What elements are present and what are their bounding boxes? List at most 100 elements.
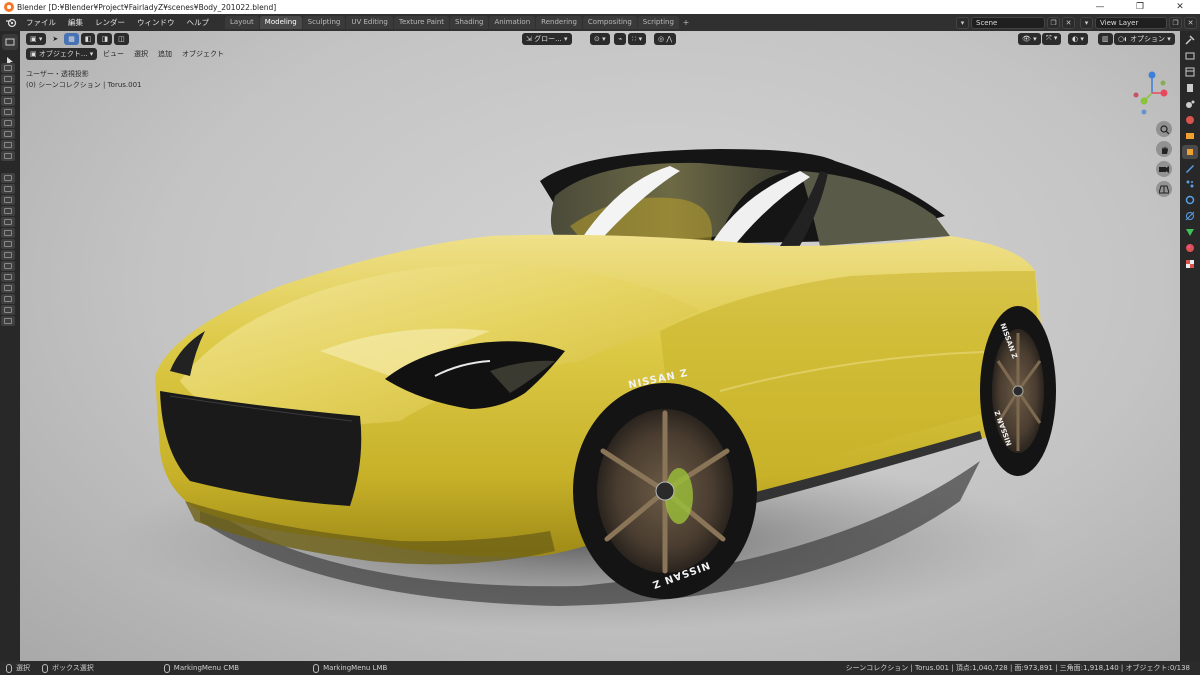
object-properties-icon[interactable] bbox=[1182, 145, 1198, 159]
menu-edit[interactable]: 編集 bbox=[62, 17, 89, 28]
output-properties-icon[interactable] bbox=[1182, 65, 1198, 79]
camera-toggle-icon[interactable] bbox=[1, 118, 15, 128]
menu-window[interactable]: ウィンドウ bbox=[131, 17, 181, 28]
camera-toggle-icon[interactable] bbox=[1, 272, 15, 282]
camera-toggle-icon[interactable] bbox=[1, 294, 15, 304]
camera-toggle-icon[interactable] bbox=[1, 173, 15, 183]
tab-animation[interactable]: Animation bbox=[489, 16, 536, 29]
tab-scripting[interactable]: Scripting bbox=[637, 16, 679, 29]
pivot-point-icon[interactable]: ⊙ ▾ bbox=[590, 32, 610, 45]
new-scene-icon[interactable]: ❐ bbox=[1047, 16, 1060, 29]
camera-toggle-icon[interactable] bbox=[1, 63, 15, 73]
scene-name-field[interactable]: Scene bbox=[971, 16, 1045, 29]
select-extend-icon[interactable]: ◧ bbox=[80, 32, 96, 45]
maximize-button[interactable]: ❐ bbox=[1120, 0, 1160, 14]
viewport-editor-type-icon[interactable]: ▣ ▾ bbox=[26, 32, 47, 45]
tool-settings-icon[interactable] bbox=[1182, 33, 1198, 47]
material-properties-icon[interactable] bbox=[1182, 241, 1198, 255]
scene-properties-icon[interactable] bbox=[1182, 97, 1198, 111]
menu-add[interactable]: 追加 bbox=[153, 49, 177, 59]
camera-toggle-icon[interactable] bbox=[1, 151, 15, 161]
camera-toggle-icon[interactable] bbox=[1, 228, 15, 238]
object-mode-dropdown[interactable]: ▣ オブジェクト... ▾ bbox=[26, 48, 98, 60]
particles-properties-icon[interactable] bbox=[1182, 177, 1198, 191]
snap-target-icon[interactable]: ∷ ▾ bbox=[628, 32, 647, 45]
camera-toggle-icon[interactable] bbox=[1, 206, 15, 216]
status-marking-lmb-label: MarkingMenu LMB bbox=[323, 664, 388, 672]
camera-toggle-icon[interactable] bbox=[1, 250, 15, 260]
world-properties-icon[interactable] bbox=[1182, 113, 1198, 127]
scene-icon[interactable]: ▾ bbox=[956, 16, 969, 29]
blender-menu-icon[interactable] bbox=[4, 17, 18, 29]
scene-selector: ▾ Scene ❐ ✕ bbox=[954, 16, 1075, 29]
minimize-button[interactable]: — bbox=[1080, 0, 1120, 14]
camera-toggle-icon[interactable] bbox=[1, 217, 15, 227]
new-view-layer-icon[interactable]: ❐ bbox=[1169, 16, 1182, 29]
tab-shading[interactable]: Shading bbox=[450, 16, 489, 29]
viewport-menus: ビュー 選択 追加 オブジェクト bbox=[98, 48, 229, 60]
modifier-properties-icon[interactable] bbox=[1182, 161, 1198, 175]
camera-toggle-icon[interactable] bbox=[1, 184, 15, 194]
camera-view-icon[interactable] bbox=[1156, 161, 1172, 177]
camera-toggle-icon[interactable] bbox=[1, 129, 15, 139]
pan-hand-icon[interactable] bbox=[1156, 141, 1172, 157]
camera-toggle-icon[interactable] bbox=[1, 195, 15, 205]
view-layer-properties-icon[interactable] bbox=[1182, 81, 1198, 95]
tab-rendering[interactable]: Rendering bbox=[536, 16, 582, 29]
camera-toggle-icon[interactable] bbox=[1, 316, 15, 326]
menu-select[interactable]: 選択 bbox=[129, 49, 153, 59]
select-subtract-icon[interactable]: ◨ bbox=[97, 32, 113, 45]
camera-toggle-icon[interactable] bbox=[1, 74, 15, 84]
camera-toggle-icon[interactable] bbox=[1, 85, 15, 95]
select-invert-icon[interactable]: ◫ bbox=[114, 32, 129, 45]
navigation-gizmo[interactable] bbox=[1130, 71, 1174, 115]
tab-sculpting[interactable]: Sculpting bbox=[302, 16, 346, 29]
menu-file[interactable]: ファイル bbox=[20, 17, 62, 28]
3d-viewport[interactable]: NISSAN Z NISSAN Z NISSAN Z NISSAN Z ▣ ▾ … bbox=[20, 31, 1180, 661]
select-box-icon[interactable]: ▦ bbox=[64, 32, 79, 45]
blender-logo-icon bbox=[4, 2, 14, 12]
gizmo-toggle-icon[interactable]: ⤧ ▾ bbox=[1042, 32, 1062, 45]
camera-toggle-icon[interactable] bbox=[1, 107, 15, 117]
camera-toggle-icon[interactable] bbox=[1, 239, 15, 249]
view-layer-field[interactable]: View Layer bbox=[1095, 16, 1167, 29]
visibility-dropdown-icon[interactable]: 👁 ▾ bbox=[1018, 32, 1041, 45]
xray-toggle-icon[interactable]: ▥ bbox=[1098, 32, 1113, 45]
render-properties-icon[interactable] bbox=[1182, 49, 1198, 63]
menu-object[interactable]: オブジェクト bbox=[177, 49, 229, 59]
menu-view[interactable]: ビュー bbox=[98, 49, 129, 59]
tab-compositing[interactable]: Compositing bbox=[582, 16, 637, 29]
physics-properties-icon[interactable] bbox=[1182, 193, 1198, 207]
collection-properties-icon[interactable] bbox=[1182, 129, 1198, 143]
options-dropdown[interactable]: オプション ▾ bbox=[1126, 33, 1175, 45]
menu-render[interactable]: レンダー bbox=[89, 17, 131, 28]
camera-toggle-icon[interactable] bbox=[1, 140, 15, 150]
proportional-edit-icon[interactable]: ◎ ⋀ bbox=[654, 32, 677, 45]
tab-texture-paint[interactable]: Texture Paint bbox=[393, 16, 450, 29]
orientation-icon: ⇲ bbox=[526, 34, 535, 43]
tab-uv-editing[interactable]: UV Editing bbox=[346, 16, 393, 29]
status-bar: 選択 ボックス選択 MarkingMenu CMB MarkingMenu LM… bbox=[0, 661, 1200, 675]
perspective-grid-icon[interactable] bbox=[1156, 181, 1172, 197]
close-button[interactable]: ✕ bbox=[1160, 0, 1200, 14]
tab-modeling[interactable]: Modeling bbox=[259, 16, 302, 29]
camera-toggle-icon[interactable] bbox=[1, 96, 15, 106]
editor-type-icon[interactable] bbox=[2, 34, 18, 50]
overlay-toggle-icon[interactable]: ◐ ▾ bbox=[1068, 32, 1088, 45]
data-properties-icon[interactable] bbox=[1182, 225, 1198, 239]
transform-orientation-dropdown[interactable]: ⇲ グロー... ▾ bbox=[522, 32, 572, 45]
delete-scene-icon[interactable]: ✕ bbox=[1062, 16, 1075, 29]
camera-toggle-icon[interactable] bbox=[1, 261, 15, 271]
camera-toggle-icon[interactable] bbox=[1, 305, 15, 315]
snap-icon[interactable]: ⌁ bbox=[614, 32, 627, 45]
zoom-icon[interactable] bbox=[1156, 121, 1172, 137]
add-workspace-button[interactable]: + bbox=[680, 16, 692, 29]
constraint-properties-icon[interactable] bbox=[1182, 209, 1198, 223]
select-cursor-icon[interactable]: ➤ bbox=[48, 33, 62, 45]
tab-layout[interactable]: Layout bbox=[225, 16, 259, 29]
delete-view-layer-icon[interactable]: ✕ bbox=[1184, 16, 1197, 29]
menu-help[interactable]: ヘルプ bbox=[181, 17, 216, 28]
texture-properties-icon[interactable] bbox=[1182, 257, 1198, 271]
camera-toggle-icon[interactable] bbox=[1, 283, 15, 293]
view-layer-icon[interactable]: ▾ bbox=[1080, 16, 1093, 29]
